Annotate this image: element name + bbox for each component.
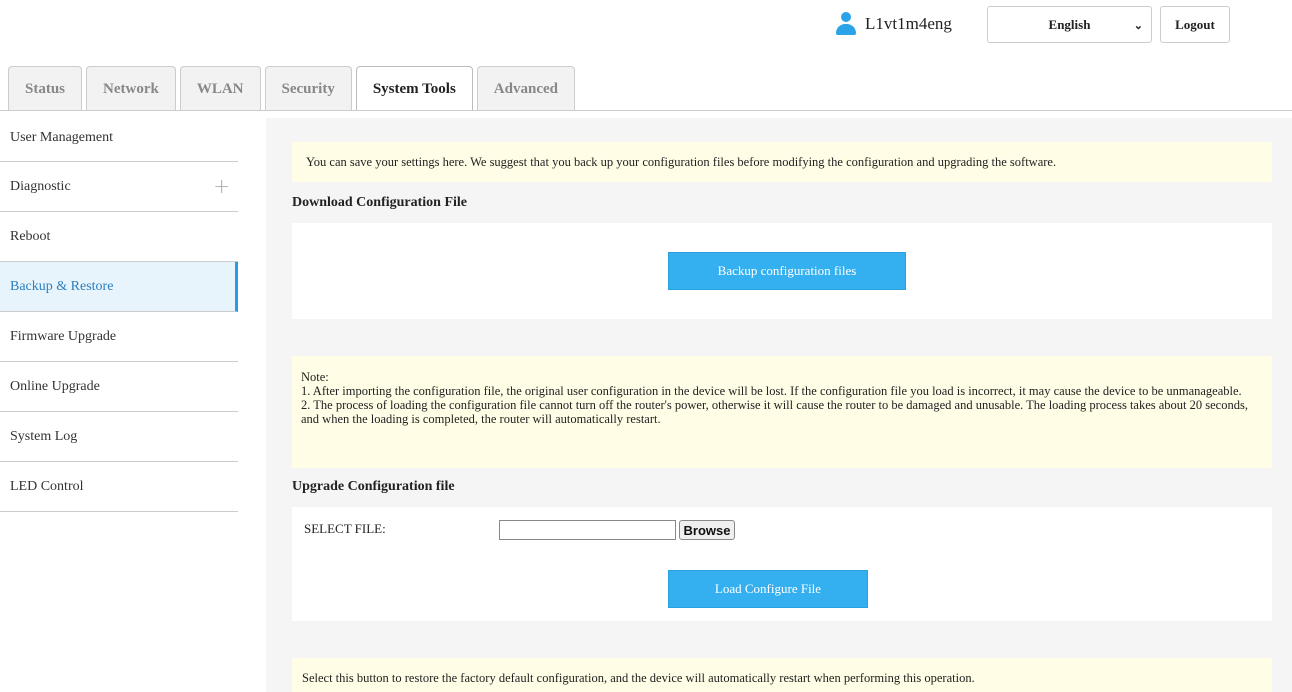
sidebar-item-label: User Management <box>10 129 114 145</box>
sidebar-item-reboot[interactable]: Reboot <box>0 212 238 262</box>
note-heading: Note: <box>301 370 329 384</box>
sidebar-item-label: Firmware Upgrade <box>10 328 117 344</box>
factory-reset-notice: Select this button to restore the factor… <box>292 658 1272 692</box>
tab-status[interactable]: Status <box>8 66 83 111</box>
tab-network[interactable]: Network <box>86 66 176 111</box>
sidebar-item-label: LED Control <box>10 478 84 494</box>
note-line-1: 1. After importing the configuration fil… <box>301 384 1242 398</box>
download-section-title: Download Configuration File <box>292 195 468 210</box>
sidebar-item-label: Diagnostic <box>10 178 71 194</box>
sidebar-item-label: Online Upgrade <box>10 378 100 394</box>
intro-notice: You can save your settings here. We sugg… <box>292 142 1272 182</box>
sidebar: User Management Diagnostic + Reboot Backu… <box>0 114 238 512</box>
sidebar-item-user-management[interactable]: User Management <box>0 114 238 162</box>
upgrade-card: SELECT FILE: Browse Load Configure File <box>292 507 1272 621</box>
sidebar-item-label: System Log <box>10 428 78 444</box>
browse-button[interactable]: Browse <box>679 520 735 540</box>
language-select[interactable]: English ⌄ <box>987 6 1152 43</box>
sidebar-item-led-control[interactable]: LED Control <box>0 462 238 512</box>
file-path-input[interactable] <box>499 520 676 540</box>
main-content: You can save your settings here. We sugg… <box>266 118 1292 692</box>
note-line-2: 2. The process of loading the configurat… <box>301 398 1248 426</box>
user-icon <box>835 12 857 36</box>
sidebar-item-backup-restore[interactable]: Backup & Restore <box>0 262 238 312</box>
tab-wlan[interactable]: WLAN <box>179 66 261 111</box>
note-notice: Note: 1. After importing the configurati… <box>292 356 1272 468</box>
backup-config-button[interactable]: Backup configuration files <box>668 252 906 290</box>
tab-system-tools[interactable]: System Tools <box>355 66 473 111</box>
tab-divider <box>0 110 1292 111</box>
tab-advanced[interactable]: Advanced <box>476 66 575 111</box>
load-config-button[interactable]: Load Configure File <box>668 570 868 608</box>
chevron-down-icon: ⌄ <box>1133 20 1143 32</box>
sidebar-item-firmware-upgrade[interactable]: Firmware Upgrade <box>0 312 238 362</box>
select-file-label: SELECT FILE: <box>304 521 386 536</box>
sidebar-item-label: Backup & Restore <box>10 278 114 294</box>
tab-security[interactable]: Security <box>264 66 352 111</box>
upgrade-section-title: Upgrade Configuration file <box>292 479 455 494</box>
download-card: Backup configuration files <box>292 223 1272 319</box>
plus-icon[interactable]: + <box>213 174 230 198</box>
sidebar-item-online-upgrade[interactable]: Online Upgrade <box>0 362 238 412</box>
username: L1vt1m4eng <box>865 14 952 33</box>
main-tabs: Status Network WLAN Security System Tool… <box>8 66 575 111</box>
sidebar-item-label: Reboot <box>10 228 51 244</box>
language-value: English <box>1048 16 1091 32</box>
sidebar-item-diagnostic[interactable]: Diagnostic + <box>0 162 238 212</box>
top-bar: L1vt1m4eng English ⌄ Logout <box>0 0 1292 60</box>
sidebar-item-system-log[interactable]: System Log <box>0 412 238 462</box>
logout-button[interactable]: Logout <box>1160 6 1230 43</box>
user-info: L1vt1m4eng <box>835 12 952 36</box>
